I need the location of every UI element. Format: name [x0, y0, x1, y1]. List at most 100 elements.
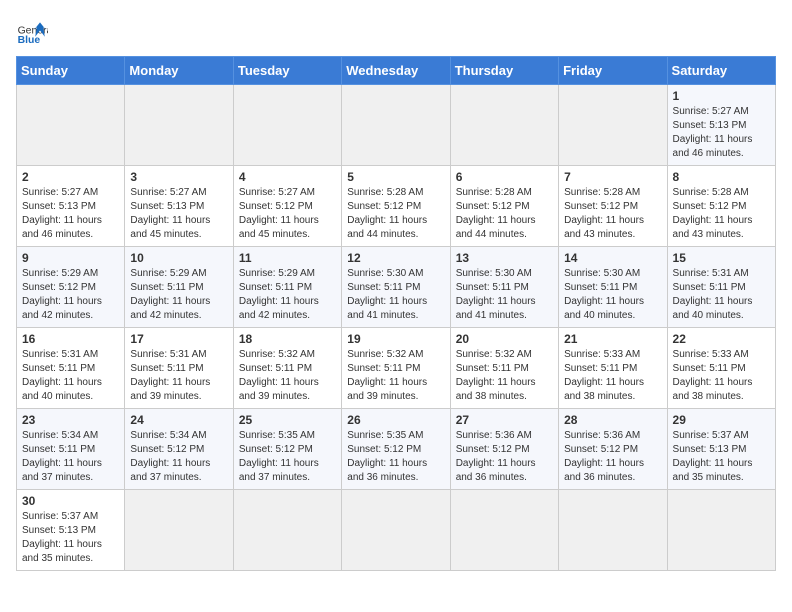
day-info: Sunrise: 5:27 AMSunset: 5:12 PMDaylight:…: [239, 186, 336, 242]
calendar-cell: [450, 85, 558, 166]
calendar-cell: 20Sunrise: 5:32 AMSunset: 5:11 PMDayligh…: [450, 328, 558, 409]
day-number: 4: [239, 170, 336, 184]
weekday-header-wednesday: Wednesday: [342, 57, 450, 85]
calendar-cell: [559, 490, 667, 571]
weekday-header-thursday: Thursday: [450, 57, 558, 85]
calendar-cell: 11 Sunrise: 5:29 AMSunset: 5:11 PMDayligh…: [233, 247, 341, 328]
calendar-week-row: 23 Sunrise: 5:34 AMSunset: 5:11 PMDayligh…: [17, 409, 776, 490]
svg-text:Blue: Blue: [18, 35, 41, 46]
day-number: 18: [239, 332, 336, 346]
calendar-cell: 5 Sunrise: 5:28 AMSunset: 5:12 PMDaylight…: [342, 166, 450, 247]
calendar-cell: [17, 85, 125, 166]
calendar-cell: 22 Sunrise: 5:33 AMSunset: 5:11 PMDayligh…: [667, 328, 775, 409]
logo-icon: General Blue: [16, 16, 48, 48]
day-info: Sunrise: 5:28 AMSunset: 5:12 PMDaylight:…: [347, 186, 444, 242]
day-number: 16: [22, 332, 119, 346]
calendar-cell: 15 Sunrise: 5:31 AMSunset: 5:11 PMDayligh…: [667, 247, 775, 328]
calendar-cell: 24 Sunrise: 5:34 AMSunset: 5:12 PMDayligh…: [125, 409, 233, 490]
calendar-cell: [342, 490, 450, 571]
day-info: Sunrise: 5:28 AMSunset: 5:12 PMDaylight:…: [564, 186, 661, 242]
day-info: Sunrise: 5:28 AMSunset: 5:12 PMDaylight:…: [673, 186, 770, 242]
calendar-cell: 14 Sunrise: 5:30 AMSunset: 5:11 PMDayligh…: [559, 247, 667, 328]
weekday-header-friday: Friday: [559, 57, 667, 85]
weekday-header-monday: Monday: [125, 57, 233, 85]
calendar-cell: 9Sunrise: 5:29 AMSunset: 5:12 PMDaylight…: [17, 247, 125, 328]
calendar-cell: [233, 490, 341, 571]
calendar-cell: 26 Sunrise: 5:35 AMSunset: 5:12 PMDayligh…: [342, 409, 450, 490]
calendar-week-row: 16 Sunrise: 5:31 AMSunset: 5:11 PMDayligh…: [17, 328, 776, 409]
day-info: Sunrise: 5:32 AMSunset: 5:11 PMDaylight:…: [456, 348, 553, 404]
calendar-cell: 6Sunrise: 5:28 AMSunset: 5:12 PMDaylight…: [450, 166, 558, 247]
weekday-header-tuesday: Tuesday: [233, 57, 341, 85]
calendar-cell: 18 Sunrise: 5:32 AMSunset: 5:11 PMDayligh…: [233, 328, 341, 409]
calendar-cell: 4 Sunrise: 5:27 AMSunset: 5:12 PMDaylight…: [233, 166, 341, 247]
calendar-cell: 3 Sunrise: 5:27 AMSunset: 5:13 PMDaylight…: [125, 166, 233, 247]
calendar-cell: 28Sunrise: 5:36 AMSunset: 5:12 PMDayligh…: [559, 409, 667, 490]
day-info: Sunrise: 5:29 AMSunset: 5:12 PMDaylight:…: [22, 267, 119, 323]
day-info: Sunrise: 5:33 AMSunset: 5:11 PMDaylight:…: [564, 348, 661, 404]
day-info: Sunrise: 5:27 AMSunset: 5:13 PMDaylight:…: [22, 186, 119, 242]
calendar-cell: 10Sunrise: 5:29 AMSunset: 5:11 PMDayligh…: [125, 247, 233, 328]
weekday-header-row: SundayMondayTuesdayWednesdayThursdayFrid…: [17, 57, 776, 85]
day-info: Sunrise: 5:33 AMSunset: 5:11 PMDaylight:…: [673, 348, 770, 404]
calendar-table: SundayMondayTuesdayWednesdayThursdayFrid…: [16, 56, 776, 571]
day-info: Sunrise: 5:37 AMSunset: 5:13 PMDaylight:…: [673, 429, 770, 485]
calendar-cell: 7 Sunrise: 5:28 AMSunset: 5:12 PMDaylight…: [559, 166, 667, 247]
day-info: Sunrise: 5:29 AMSunset: 5:11 PMDaylight:…: [239, 267, 336, 323]
day-number: 26: [347, 413, 444, 427]
day-number: 23: [22, 413, 119, 427]
calendar-cell: 19Sunrise: 5:32 AMSunset: 5:11 PMDayligh…: [342, 328, 450, 409]
day-info: Sunrise: 5:32 AMSunset: 5:11 PMDaylight:…: [239, 348, 336, 404]
day-info: Sunrise: 5:31 AMSunset: 5:11 PMDaylight:…: [22, 348, 119, 404]
calendar-week-row: 9Sunrise: 5:29 AMSunset: 5:12 PMDaylight…: [17, 247, 776, 328]
day-info: Sunrise: 5:31 AMSunset: 5:11 PMDaylight:…: [130, 348, 227, 404]
day-info: Sunrise: 5:35 AMSunset: 5:12 PMDaylight:…: [347, 429, 444, 485]
calendar-cell: 21 Sunrise: 5:33 AMSunset: 5:11 PMDayligh…: [559, 328, 667, 409]
day-number: 25: [239, 413, 336, 427]
day-number: 1: [673, 89, 770, 103]
day-number: 21: [564, 332, 661, 346]
calendar-cell: [342, 85, 450, 166]
calendar-cell: 13Sunrise: 5:30 AMSunset: 5:11 PMDayligh…: [450, 247, 558, 328]
weekday-header-saturday: Saturday: [667, 57, 775, 85]
day-info: Sunrise: 5:30 AMSunset: 5:11 PMDaylight:…: [347, 267, 444, 323]
day-info: Sunrise: 5:34 AMSunset: 5:11 PMDaylight:…: [22, 429, 119, 485]
day-info: Sunrise: 5:30 AMSunset: 5:11 PMDaylight:…: [564, 267, 661, 323]
logo: General Blue: [16, 16, 52, 48]
day-number: 13: [456, 251, 553, 265]
calendar-cell: 16 Sunrise: 5:31 AMSunset: 5:11 PMDayligh…: [17, 328, 125, 409]
day-number: 28: [564, 413, 661, 427]
day-number: 15: [673, 251, 770, 265]
day-number: 8: [673, 170, 770, 184]
day-info: Sunrise: 5:32 AMSunset: 5:11 PMDaylight:…: [347, 348, 444, 404]
calendar-cell: 25 Sunrise: 5:35 AMSunset: 5:12 PMDayligh…: [233, 409, 341, 490]
calendar-cell: 29 Sunrise: 5:37 AMSunset: 5:13 PMDayligh…: [667, 409, 775, 490]
day-info: Sunrise: 5:27 AMSunset: 5:13 PMDaylight:…: [673, 105, 770, 161]
day-number: 3: [130, 170, 227, 184]
day-info: Sunrise: 5:34 AMSunset: 5:12 PMDaylight:…: [130, 429, 227, 485]
day-number: 7: [564, 170, 661, 184]
day-number: 11: [239, 251, 336, 265]
calendar-cell: [667, 490, 775, 571]
calendar-cell: [559, 85, 667, 166]
calendar-cell: [125, 85, 233, 166]
day-number: 27: [456, 413, 553, 427]
day-number: 22: [673, 332, 770, 346]
day-number: 5: [347, 170, 444, 184]
day-info: Sunrise: 5:31 AMSunset: 5:11 PMDaylight:…: [673, 267, 770, 323]
day-info: Sunrise: 5:27 AMSunset: 5:13 PMDaylight:…: [130, 186, 227, 242]
day-number: 24: [130, 413, 227, 427]
calendar-cell: 12Sunrise: 5:30 AMSunset: 5:11 PMDayligh…: [342, 247, 450, 328]
weekday-header-sunday: Sunday: [17, 57, 125, 85]
day-number: 6: [456, 170, 553, 184]
calendar-cell: 23 Sunrise: 5:34 AMSunset: 5:11 PMDayligh…: [17, 409, 125, 490]
day-info: Sunrise: 5:29 AMSunset: 5:11 PMDaylight:…: [130, 267, 227, 323]
calendar-week-row: 1 Sunrise: 5:27 AMSunset: 5:13 PMDaylight…: [17, 85, 776, 166]
day-number: 30: [22, 494, 119, 508]
day-number: 29: [673, 413, 770, 427]
day-info: Sunrise: 5:35 AMSunset: 5:12 PMDaylight:…: [239, 429, 336, 485]
day-number: 14: [564, 251, 661, 265]
calendar-cell: [125, 490, 233, 571]
calendar-cell: 27Sunrise: 5:36 AMSunset: 5:12 PMDayligh…: [450, 409, 558, 490]
calendar-week-row: 30Sunrise: 5:37 AMSunset: 5:13 PMDayligh…: [17, 490, 776, 571]
